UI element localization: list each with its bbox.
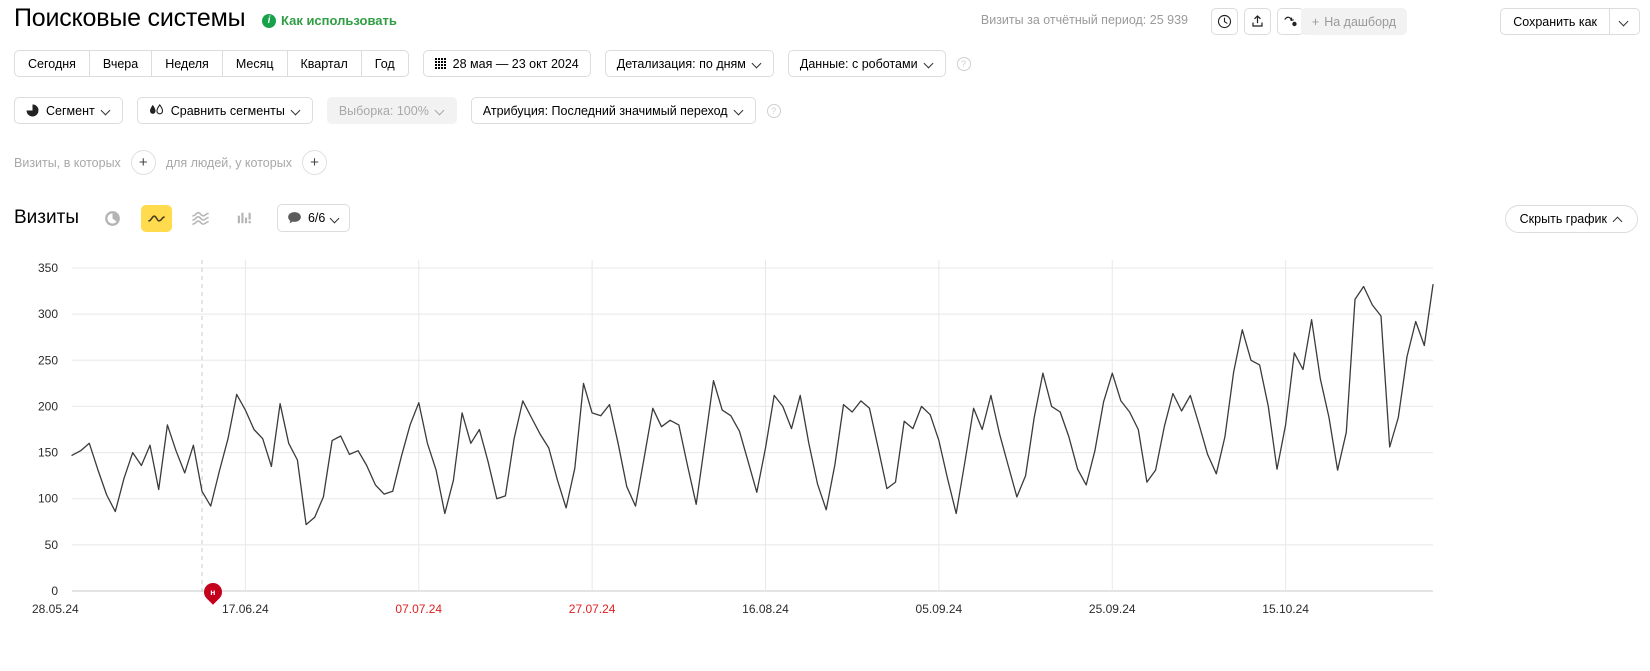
pie-chart-icon — [105, 210, 120, 226]
question-icon[interactable]: ? — [956, 56, 971, 71]
sampling-dropdown[interactable]: Выборка: 100% — [326, 97, 457, 124]
info-icon: i — [262, 13, 276, 28]
compare-icon — [1284, 16, 1297, 27]
comment-icon — [288, 212, 301, 224]
segment-label: Сегмент — [46, 103, 95, 118]
question-icon[interactable]: ? — [766, 103, 781, 118]
sampling-label: Выборка: 100% — [338, 103, 429, 118]
area-chart-icon — [192, 211, 209, 225]
export-icon — [1252, 15, 1263, 27]
chevron-down-icon — [735, 106, 744, 115]
chevron-down-icon — [292, 106, 301, 115]
period-year[interactable]: Год — [360, 50, 409, 77]
viz-pie-button[interactable] — [96, 204, 128, 232]
period-today[interactable]: Сегодня — [14, 50, 89, 77]
period-month[interactable]: Месяц — [221, 50, 287, 77]
viz-bar-button[interactable] — [228, 204, 260, 232]
period-toolbar: Сегодня Вчера Неделя Месяц Квартал Год 2… — [14, 50, 971, 77]
calendar-icon — [434, 58, 446, 69]
save-as-dropdown-button[interactable] — [1609, 8, 1640, 35]
how-to-use-label: Как использовать — [281, 13, 397, 28]
annotation-marker-label: н — [210, 586, 216, 597]
chevron-up-icon — [1614, 215, 1623, 224]
add-visits-filter-button[interactable]: + — [130, 150, 156, 175]
y-axis-tick: 300 — [38, 307, 58, 321]
compare-segments-icon — [149, 104, 163, 115]
visits-filter-label: Визиты, в которых — [14, 155, 121, 170]
y-axis-tick: 350 — [38, 261, 58, 275]
save-as-group: Сохранить как — [1500, 8, 1640, 35]
compare-segments-label: Сравнить сегменты — [170, 103, 285, 118]
comments-count: 6/6 — [307, 211, 326, 225]
how-to-use-link[interactable]: i Как использовать — [262, 13, 397, 28]
period-week[interactable]: Неделя — [151, 50, 222, 77]
y-axis-tick: 200 — [38, 399, 58, 413]
comments-dropdown[interactable]: 6/6 — [276, 204, 351, 232]
add-to-dashboard-button[interactable]: + На дашборд — [1300, 8, 1407, 35]
compare-segments-dropdown[interactable]: Сравнить сегменты — [136, 97, 313, 124]
detail-level-label: Детализация: по дням — [616, 56, 746, 71]
chevron-down-icon — [925, 59, 934, 68]
data-source-label: Данные: с роботами — [799, 56, 918, 71]
viz-line-button[interactable] — [140, 204, 172, 232]
chevron-down-icon — [436, 106, 445, 115]
viz-area-button[interactable] — [184, 204, 216, 232]
chevron-down-icon — [753, 59, 762, 68]
y-axis-tick: 250 — [38, 353, 58, 367]
plus-icon: + — [138, 154, 148, 171]
line-chart-icon — [148, 214, 165, 222]
clock-icon — [1217, 14, 1232, 29]
x-axis-tick: 16.08.24 — [742, 602, 789, 616]
y-axis-tick: 50 — [45, 538, 59, 552]
y-axis-tick: 0 — [51, 584, 58, 598]
segment-dropdown[interactable]: Сегмент — [14, 97, 123, 124]
save-as-button[interactable]: Сохранить как — [1500, 8, 1609, 35]
visits-total-label: Визиты за отчётный период: 25 939 — [980, 13, 1188, 27]
chart-toolbar: Визиты 6/6 — [14, 204, 351, 232]
date-range-picker[interactable]: 28 мая — 23 окт 2024 — [422, 50, 591, 77]
page-title: Поисковые системы — [14, 4, 246, 32]
y-axis-tick: 150 — [38, 446, 58, 460]
chevron-down-icon — [331, 214, 340, 223]
chart-metric-title: Визиты — [14, 207, 79, 228]
chevron-down-icon — [1620, 17, 1629, 26]
add-to-dashboard-label: На дашборд — [1324, 14, 1396, 29]
chevron-down-icon — [102, 106, 111, 115]
bar-chart-icon — [238, 212, 252, 223]
chart-container: 0 50 100 150 200 250 300 350 28.05.24 17.06.24 07.… — [0, 250, 1650, 650]
x-axis-tick: 15.10.24 — [1262, 602, 1309, 616]
filter-row: Визиты, в которых + для людей, у которых… — [14, 150, 327, 175]
x-axis-tick: 25.09.24 — [1089, 602, 1136, 616]
period-quarter[interactable]: Квартал — [286, 50, 361, 77]
y-axis-tick: 100 — [38, 492, 58, 506]
report-page: Поисковые системы i Как использовать Виз… — [0, 0, 1650, 671]
plus-icon: + — [1311, 14, 1320, 29]
x-axis-tick: 07.07.24 — [395, 602, 442, 616]
clock-icon-button[interactable] — [1211, 8, 1238, 35]
plus-icon: + — [310, 154, 319, 171]
x-axis-tick: 27.07.24 — [569, 602, 616, 616]
segment-toolbar: Сегмент Сравнить сегменты Выборка: 100% … — [14, 97, 781, 124]
hide-chart-button[interactable]: Скрыть график — [1504, 205, 1638, 233]
date-range-label: 28 мая — 23 окт 2024 — [452, 56, 579, 71]
data-source-dropdown[interactable]: Данные: с роботами — [787, 50, 946, 77]
export-icon-button[interactable] — [1244, 8, 1271, 35]
hide-chart-label: Скрыть график — [1519, 212, 1607, 226]
compare-icon-button[interactable] — [1277, 8, 1304, 35]
visits-line-chart[interactable]: 0 50 100 150 200 250 300 350 28.05.24 17.06.24 07.… — [0, 250, 1650, 650]
attribution-dropdown[interactable]: Атрибуция: Последний значимый переход — [470, 97, 756, 124]
x-axis-tick: 28.05.24 — [32, 602, 79, 616]
pie-icon — [26, 104, 39, 117]
x-axis-tick: 05.09.24 — [916, 602, 963, 616]
x-axis-tick: 17.06.24 — [222, 602, 269, 616]
period-yesterday[interactable]: Вчера — [88, 50, 152, 77]
page-header: Поисковые системы i Как использовать Виз… — [0, 0, 1650, 42]
add-people-filter-button[interactable]: + — [301, 150, 327, 175]
attribution-label: Атрибуция: Последний значимый переход — [482, 103, 728, 118]
people-filter-label: для людей, у которых — [165, 155, 292, 170]
quick-period-group: Сегодня Вчера Неделя Месяц Квартал Год — [14, 50, 409, 77]
detail-level-dropdown[interactable]: Детализация: по дням — [604, 50, 774, 77]
